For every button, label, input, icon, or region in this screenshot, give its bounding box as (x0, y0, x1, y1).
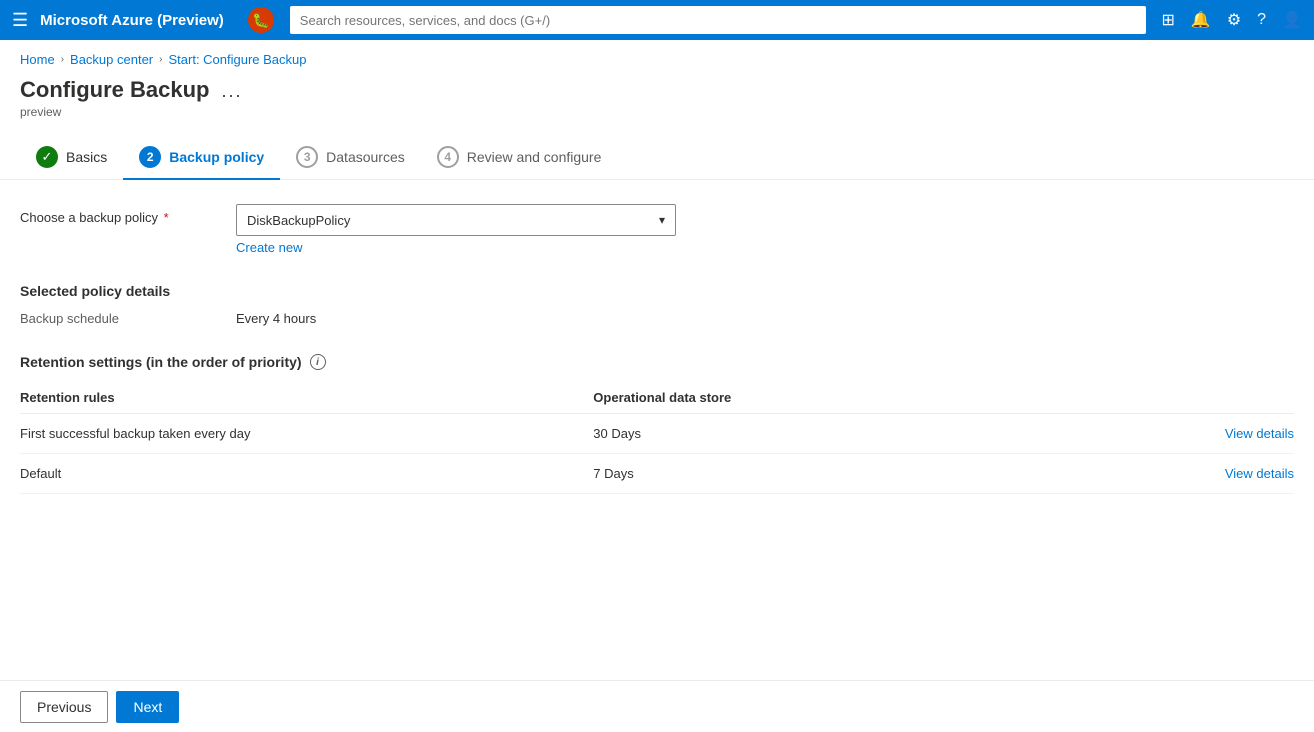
info-icon[interactable]: i (310, 354, 326, 370)
schedule-value: Every 4 hours (236, 311, 316, 326)
policy-control-group: DiskBackupPolicy ▾ Create new (236, 204, 676, 255)
tab-datasources-circle: 3 (296, 146, 318, 168)
settings-icon[interactable]: ⚙ (1227, 10, 1241, 30)
policy-dropdown[interactable]: DiskBackupPolicy ▾ (236, 204, 676, 236)
breadcrumb-sep-2: › (159, 54, 162, 65)
tab-datasources[interactable]: 3 Datasources (280, 138, 421, 180)
col-header-store: Operational data store (593, 382, 975, 414)
tab-review-circle: 4 (437, 146, 459, 168)
required-marker: * (164, 210, 169, 225)
tab-basics-check: ✓ (36, 146, 58, 168)
app-title: Microsoft Azure (Preview) (40, 12, 224, 29)
topbar: ☰ Microsoft Azure (Preview) 🐛 ⊞ 🔔 ⚙ ? 👤 (0, 0, 1314, 40)
chevron-down-icon: ▾ (659, 213, 665, 227)
footer: Previous Next (0, 680, 1314, 732)
previous-button[interactable]: Previous (20, 691, 108, 723)
create-new-link[interactable]: Create new (236, 240, 676, 255)
breadcrumb-backup-center[interactable]: Backup center (70, 52, 153, 67)
tab-basics-label: Basics (66, 149, 107, 165)
row1-store: 30 Days (593, 414, 975, 454)
page-subtitle: preview (20, 105, 209, 119)
next-button[interactable]: Next (116, 691, 179, 723)
row1-view-details[interactable]: View details (1225, 426, 1294, 441)
row2-store: 7 Days (593, 454, 975, 494)
policy-selected-value: DiskBackupPolicy (247, 213, 350, 228)
page-title: Configure Backup (20, 77, 209, 103)
policy-form-row: Choose a backup policy * DiskBackupPolic… (20, 204, 1294, 255)
breadcrumb-sep-1: › (61, 54, 64, 65)
retention-title: Retention settings (in the order of prio… (20, 354, 302, 370)
tab-backup-policy-circle: 2 (139, 146, 161, 168)
breadcrumb-configure[interactable]: Start: Configure Backup (168, 52, 306, 67)
tab-backup-policy[interactable]: 2 Backup policy (123, 138, 280, 180)
breadcrumb: Home › Backup center › Start: Configure … (0, 40, 1314, 73)
schedule-row: Backup schedule Every 4 hours (20, 311, 1294, 326)
search-input[interactable] (290, 6, 1146, 34)
tab-review-label: Review and configure (467, 149, 602, 165)
row2-rule: Default (20, 454, 593, 494)
table-row: Default 7 Days View details (20, 454, 1294, 494)
more-options-button[interactable]: ... (221, 81, 242, 102)
row2-view-details[interactable]: View details (1225, 466, 1294, 481)
menu-icon[interactable]: ☰ (12, 10, 28, 31)
wizard-tabs: ✓ Basics 2 Backup policy 3 Datasources 4… (0, 129, 1314, 180)
bug-icon[interactable]: 🐛 (248, 7, 274, 33)
portal-menu-icon[interactable]: ⊞ (1162, 10, 1175, 30)
policy-details-title: Selected policy details (20, 283, 1294, 299)
retention-header: Retention settings (in the order of prio… (20, 354, 1294, 370)
policy-label: Choose a backup policy * (20, 204, 220, 225)
main-content: Choose a backup policy * DiskBackupPolic… (0, 180, 1314, 514)
col-header-rules: Retention rules (20, 382, 593, 414)
schedule-label: Backup schedule (20, 311, 220, 326)
tab-backup-policy-label: Backup policy (169, 149, 264, 165)
help-icon[interactable]: ? (1257, 11, 1266, 29)
breadcrumb-home[interactable]: Home (20, 52, 55, 67)
notifications-icon[interactable]: 🔔 (1191, 10, 1211, 30)
tab-review[interactable]: 4 Review and configure (421, 138, 618, 180)
tab-basics[interactable]: ✓ Basics (20, 138, 123, 180)
tab-datasources-label: Datasources (326, 149, 405, 165)
table-row: First successful backup taken every day … (20, 414, 1294, 454)
account-icon[interactable]: 👤 (1282, 10, 1302, 30)
page-header: Configure Backup preview ... (0, 73, 1314, 129)
retention-table: Retention rules Operational data store F… (20, 382, 1294, 494)
col-header-action (975, 382, 1294, 414)
row1-rule: First successful backup taken every day (20, 414, 593, 454)
topbar-icons: ⊞ 🔔 ⚙ ? 👤 (1162, 10, 1303, 30)
